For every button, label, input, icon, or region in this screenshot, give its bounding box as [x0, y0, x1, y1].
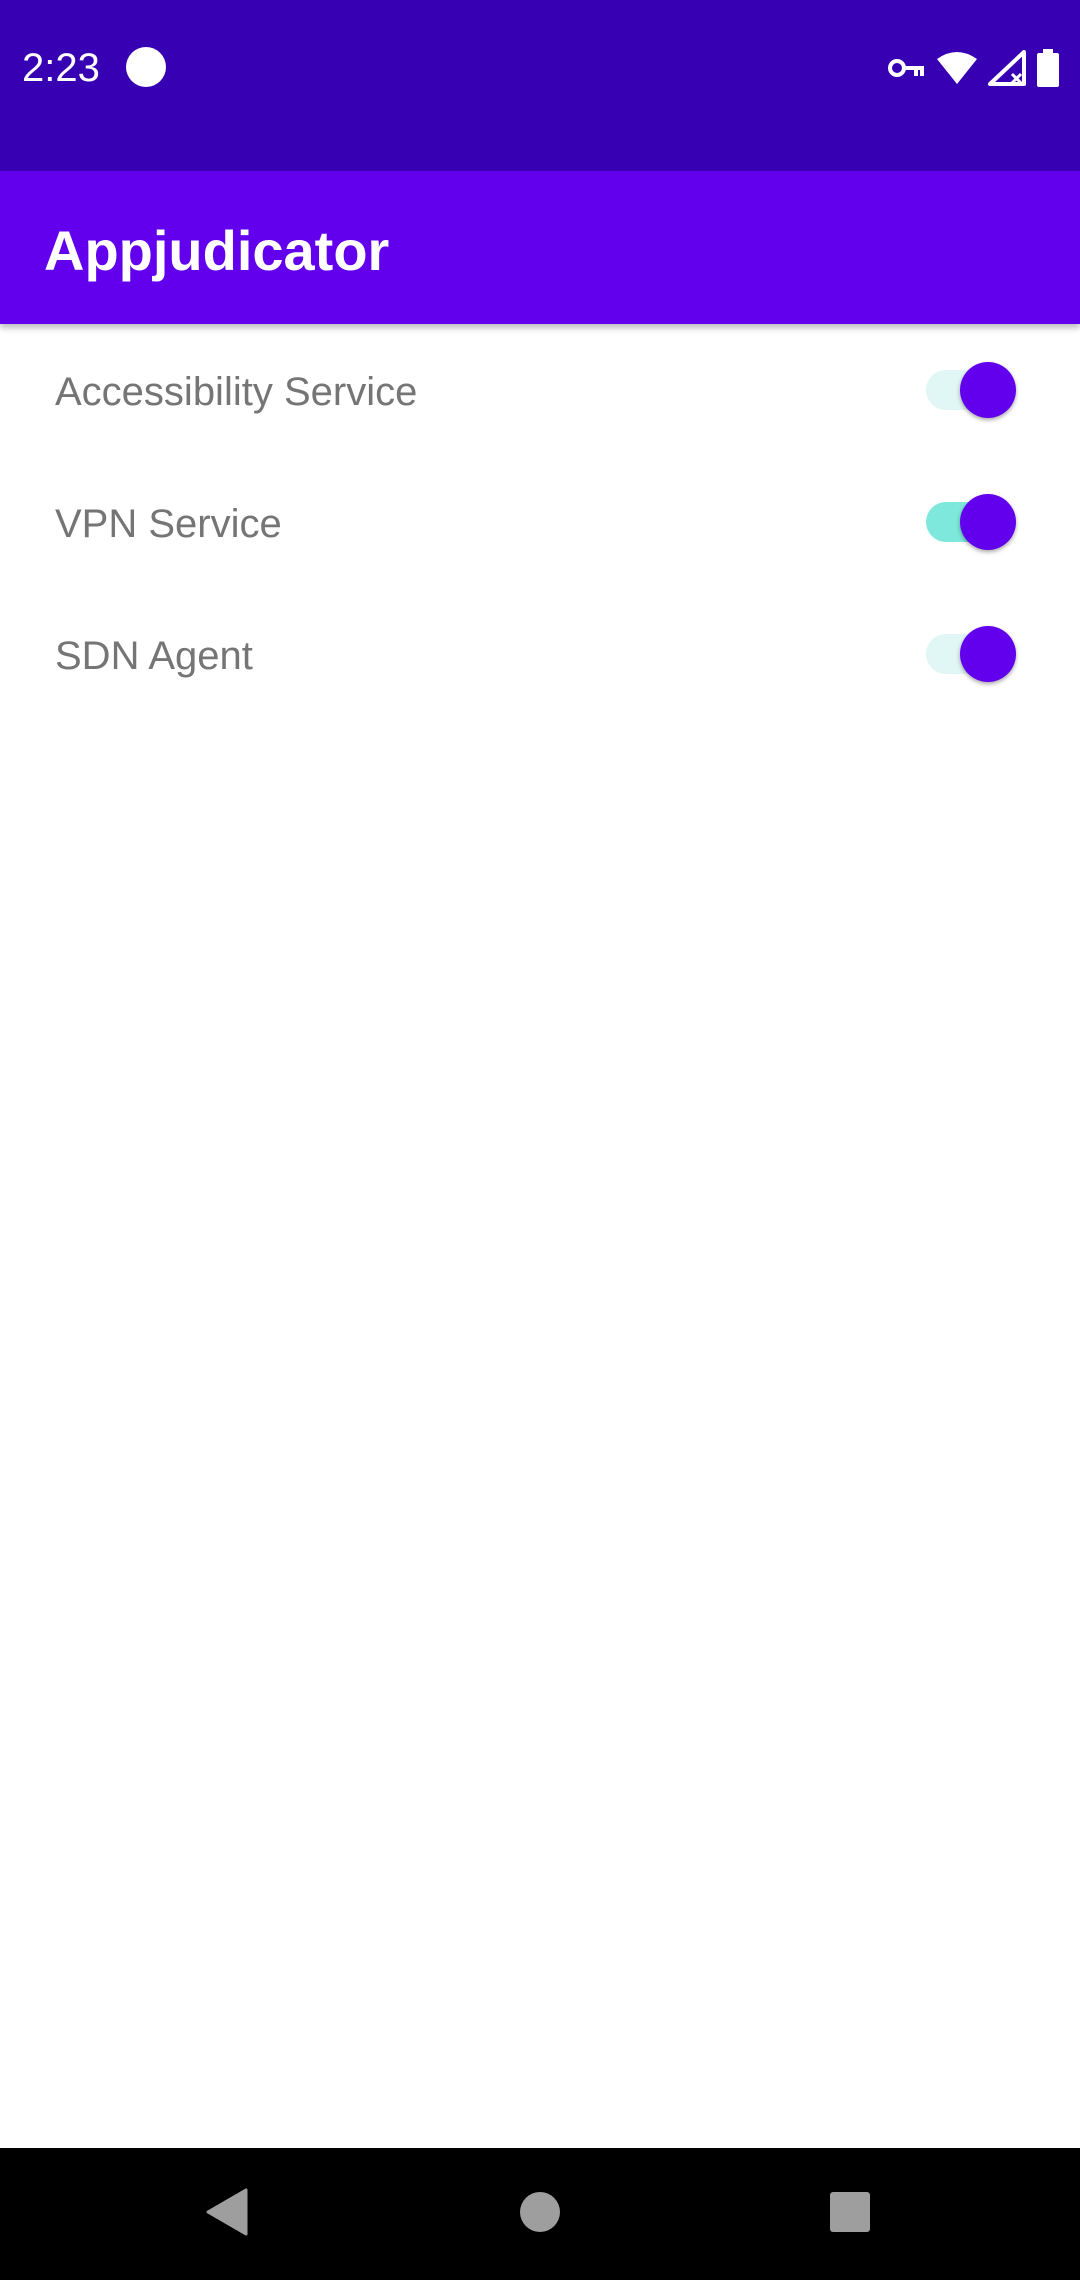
back-button[interactable]	[146, 2148, 306, 2280]
setting-label: SDN Agent	[55, 634, 253, 678]
home-icon	[519, 2191, 561, 2238]
status-icons	[888, 44, 1060, 92]
status-bar: 2:23	[0, 0, 1080, 171]
app-bar: Appjudicator	[0, 171, 1080, 324]
switch-thumb[interactable]	[960, 494, 1016, 550]
setting-label: Accessibility Service	[55, 370, 418, 414]
cellular-no-signal-icon	[988, 50, 1026, 86]
switch-thumb[interactable]	[960, 626, 1016, 682]
setting-row-vpn-service[interactable]: VPN Service	[0, 456, 1080, 588]
navigation-bar	[0, 2148, 1080, 2280]
setting-label: VPN Service	[55, 502, 282, 546]
setting-row-sdn-agent[interactable]: SDN Agent	[0, 588, 1080, 720]
setting-row-accessibility-service[interactable]: Accessibility Service	[0, 324, 1080, 456]
vpn-key-icon	[888, 56, 926, 80]
settings-list: Accessibility Service VPN Service SDN Ag…	[0, 324, 1080, 720]
app-title: Appjudicator	[44, 219, 390, 282]
back-icon	[204, 2188, 248, 2241]
battery-icon	[1036, 49, 1060, 87]
accessibility-service-switch[interactable]	[926, 362, 1016, 418]
screen: 2:23 Appjudicator Accessibility Service …	[0, 0, 1080, 2280]
notification-dot-icon	[126, 47, 166, 87]
sdn-agent-switch[interactable]	[926, 626, 1016, 682]
home-button[interactable]	[460, 2148, 620, 2280]
switch-thumb[interactable]	[960, 362, 1016, 418]
wifi-icon	[936, 51, 978, 85]
recents-button[interactable]	[770, 2148, 930, 2280]
recents-icon	[829, 2191, 871, 2238]
status-time: 2:23	[22, 46, 100, 90]
vpn-service-switch[interactable]	[926, 494, 1016, 550]
